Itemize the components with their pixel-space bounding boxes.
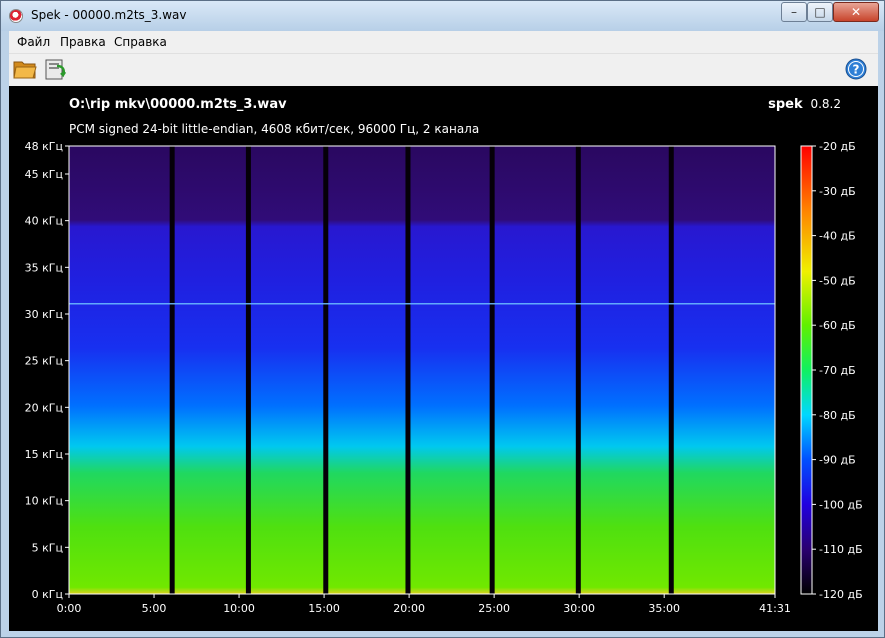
colorbar-tick-label: -100 дБ — [819, 498, 863, 511]
x-tick-label: 10:00 — [223, 602, 255, 615]
svg-text:spek 0.8.2: spek 0.8.2 — [768, 97, 841, 112]
x-tick-label: 35:00 — [648, 602, 680, 615]
silence-gap — [323, 146, 329, 594]
x-tick-label: 15:00 — [308, 602, 340, 615]
colorbar-tick-label: -70 дБ — [819, 364, 856, 377]
menu-bar: Файл Правка Справка — [9, 31, 878, 54]
close-button[interactable]: ✕ — [833, 2, 879, 22]
colorbar-tick-label: -50 дБ — [819, 274, 856, 287]
maximize-button[interactable]: □ — [807, 2, 833, 22]
y-tick-label: 0 кГц — [32, 588, 63, 601]
y-tick-label: 5 кГц — [32, 541, 63, 554]
silence-gap — [405, 146, 411, 594]
window-title: Spek - 00000.m2ts_3.wav — [31, 8, 187, 22]
menu-edit[interactable]: Правка — [60, 35, 106, 49]
svg-text:?: ? — [853, 63, 860, 77]
file-info: PCM signed 24-bit little-endian, 4608 кб… — [69, 122, 479, 136]
silence-gap — [668, 146, 674, 594]
y-tick-label: 10 кГц — [25, 495, 63, 508]
frequency-axis: 0 кГц 5 кГц 10 кГц 15 кГц 20 кГц 25 кГц 30 кГц… — [25, 140, 69, 601]
colorbar-tick-label: -120 дБ — [819, 588, 863, 601]
time-axis: 0:00 5:00 10:00 15:00 20:00 25:00 30:00 35:00 41… — [57, 594, 791, 615]
x-tick-label: 5:00 — [142, 602, 167, 615]
minimize-button[interactable]: – — [781, 2, 807, 22]
y-tick-label: 20 кГц — [25, 401, 63, 414]
y-tick-label: 15 кГц — [25, 448, 63, 461]
colorbar: -20 дБ -30 дБ -40 дБ -50 дБ -60 дБ -70 дБ -80 … — [800, 140, 863, 601]
x-tick-label: 30:00 — [563, 602, 595, 615]
y-tick-label: 25 кГц — [25, 355, 63, 368]
x-tick-label: 41:31 — [759, 602, 791, 615]
colorbar-tick-label: -30 дБ — [819, 185, 856, 198]
colorbar-tick-label: -90 дБ — [819, 454, 856, 467]
menu-file[interactable]: Файл — [17, 35, 50, 49]
y-tick-label: 40 кГц — [25, 215, 63, 228]
menu-help[interactable]: Справка — [114, 35, 167, 49]
x-tick-label: 25:00 — [478, 602, 510, 615]
colorbar-tick-label: -20 дБ — [819, 140, 856, 153]
colorbar-tick-label: -60 дБ — [819, 319, 856, 332]
folder-open-icon[interactable] — [13, 58, 37, 80]
colorbar-tick-label: -40 дБ — [819, 230, 856, 243]
colorbar-axis: -20 дБ -30 дБ -40 дБ -50 дБ -60 дБ -70 дБ -80 … — [812, 140, 863, 601]
x-tick-label: 0:00 — [57, 602, 82, 615]
y-tick-label: 35 кГц — [25, 261, 63, 274]
toolbar: ? — [9, 54, 878, 86]
client-area: Файл Правка Справка ? O:\rip mkv\00000.m… — [9, 31, 878, 631]
silence-gap — [489, 146, 495, 594]
y-tick-label: 48 кГц — [25, 140, 63, 153]
save-export-icon[interactable] — [43, 57, 67, 81]
file-path: O:\rip mkv\00000.m2ts_3.wav — [69, 97, 287, 112]
spectrogram-view: O:\rip mkv\00000.m2ts_3.wav PCM signed 2… — [9, 86, 878, 631]
spectrogram-plot: 0 кГц 5 кГц 10 кГц 15 кГц 20 кГц 25 кГц 30 кГц… — [25, 140, 791, 615]
colorbar-tick-label: -80 дБ — [819, 409, 856, 422]
silence-gap — [169, 146, 175, 594]
title-bar[interactable]: Spek - 00000.m2ts_3.wav – □ ✕ — [1, 1, 884, 31]
y-tick-label: 30 кГц — [25, 308, 63, 321]
colorbar-gradient — [801, 146, 812, 594]
help-icon[interactable]: ? — [845, 58, 867, 80]
brand-name: spek — [768, 97, 803, 112]
x-tick-label: 20:00 — [393, 602, 425, 615]
silence-gap — [245, 146, 251, 594]
y-tick-label: 45 кГц — [25, 168, 63, 181]
app-window: Spek - 00000.m2ts_3.wav – □ ✕ Файл Правк… — [0, 0, 885, 638]
brand-version: 0.8.2 — [810, 97, 841, 111]
spek-app-icon — [9, 9, 23, 23]
silence-gap — [575, 146, 581, 594]
colorbar-tick-label: -110 дБ — [819, 543, 863, 556]
